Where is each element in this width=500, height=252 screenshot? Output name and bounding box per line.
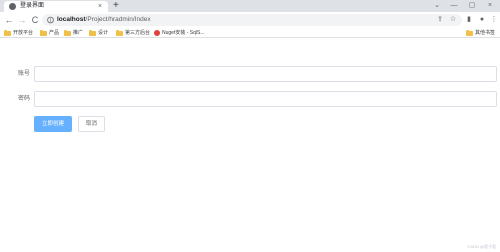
bookmark-folder[interactable]: 推广 bbox=[64, 29, 83, 37]
minimize-button[interactable]: — bbox=[447, 0, 461, 12]
other-bookmarks-folder[interactable]: 其他书签 bbox=[466, 29, 495, 37]
cancel-button[interactable]: 取消 bbox=[78, 116, 105, 132]
account-input[interactable] bbox=[34, 66, 497, 82]
info-icon[interactable] bbox=[47, 16, 54, 24]
tab-strip: 登录界面 × + ⌄ — ▢ × bbox=[0, 0, 500, 12]
address-bar[interactable]: localhost/Project/hradmin/Index ⇪ ☆ bbox=[42, 14, 462, 26]
forward-button[interactable]: → bbox=[16, 14, 28, 26]
bookmark-label: 开放平台 bbox=[13, 30, 34, 36]
maximize-button[interactable]: ▢ bbox=[465, 0, 479, 12]
url-path: /Project/hradmin/Index bbox=[85, 16, 151, 23]
folder-icon bbox=[40, 29, 47, 36]
url-text[interactable]: localhost/Project/hradmin/Index bbox=[57, 14, 151, 26]
bookmark-label: Nuget安装 - SqlS... bbox=[162, 30, 205, 36]
side-panel-icon[interactable]: ▮ bbox=[463, 14, 475, 26]
create-button[interactable]: 立即创建 bbox=[34, 116, 72, 132]
bookmark-label: 产品 bbox=[49, 30, 60, 36]
menu-icon[interactable]: ⋮ bbox=[488, 14, 500, 26]
bookmark-label: 设计 bbox=[98, 30, 109, 36]
password-input[interactable] bbox=[34, 91, 497, 107]
bookmark-folder[interactable]: 设计 bbox=[89, 29, 108, 37]
browser-tab[interactable]: 登录界面 × bbox=[4, 1, 108, 12]
folder-icon bbox=[466, 29, 473, 36]
watermark: CSDN @君子君 bbox=[467, 244, 496, 249]
bookmark-folder[interactable]: 产品 bbox=[40, 29, 59, 37]
bookmark-folder[interactable]: 第三方后台 bbox=[116, 29, 150, 37]
share-icon[interactable]: ⇪ bbox=[435, 14, 445, 26]
account-row: 账号 bbox=[0, 66, 500, 82]
folder-icon bbox=[116, 29, 123, 36]
bookmark-folder[interactable]: 开放平台 bbox=[4, 29, 33, 37]
folder-icon bbox=[4, 29, 11, 36]
bookmarks-bar: 开放平台 产品 推广 设计 第三方后台 Nuget安装 - SqlS... 其他… bbox=[0, 28, 500, 38]
account-label: 账号 bbox=[17, 71, 30, 77]
password-label: 密码 bbox=[17, 96, 30, 102]
back-button[interactable]: ← bbox=[3, 14, 15, 26]
bookmark-site[interactable]: Nuget安装 - SqlS... bbox=[154, 29, 205, 37]
profile-icon[interactable]: ● bbox=[476, 14, 488, 26]
site-favicon-icon bbox=[154, 30, 160, 36]
close-window-button[interactable]: × bbox=[483, 0, 497, 12]
folder-icon bbox=[64, 29, 71, 36]
tab-search-icon[interactable]: ⌄ bbox=[430, 0, 444, 12]
reload-button[interactable]: C bbox=[29, 14, 41, 26]
url-host: localhost bbox=[57, 16, 86, 23]
password-row: 密码 bbox=[0, 91, 500, 107]
tab-title: 登录界面 bbox=[20, 3, 45, 9]
globe-icon bbox=[9, 3, 16, 10]
bookmark-star-icon[interactable]: ☆ bbox=[448, 14, 458, 26]
bookmark-label: 其他书签 bbox=[475, 30, 496, 36]
bookmark-label: 推广 bbox=[73, 30, 84, 36]
browser-toolbar: ← → C localhost/Project/hradmin/Index ⇪ … bbox=[0, 12, 500, 28]
folder-icon bbox=[89, 29, 96, 36]
bookmark-label: 第三方后台 bbox=[125, 30, 151, 36]
new-tab-button[interactable]: + bbox=[113, 0, 119, 12]
tab-close-icon[interactable]: × bbox=[98, 2, 102, 11]
